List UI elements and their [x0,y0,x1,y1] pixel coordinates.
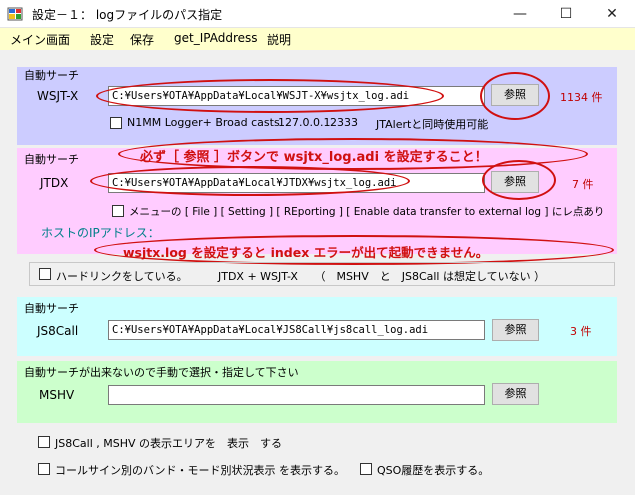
wsjtx-label: WSJT-X [37,89,79,103]
hardlink-label: ハードリンクをしている。 [56,270,188,283]
wsjtx-count: 1134 件 [560,91,603,104]
minimize-button[interactable]: — [497,0,543,28]
title-bar: 設定－１： logファイルのパス指定 — ☐ ✕ [0,0,635,28]
jtdx-path-highlight [90,166,410,196]
show-area-checkbox[interactable] [38,436,50,448]
close-button[interactable]: ✕ [589,0,635,28]
qso-history-checkbox[interactable] [360,463,372,475]
n1mm-checkbox[interactable] [110,117,122,129]
jtdx-browse-highlight [482,160,556,200]
notice2-text: wsjtx.log を設定すると index エラーが出て起動できません。 [123,245,489,260]
hardlink-note: JTDX + WSJT-X （ MSHV と JS8Call は想定していない … [218,270,546,283]
maximize-button[interactable]: ☐ [543,0,589,28]
show-area-label: JS8Call , MSHV の表示エリアを 表示 する [55,437,283,450]
jtdx-label: JTDX [40,176,69,190]
js8call-group-label: 自動サーチ [24,302,79,315]
mshv-group-label: 自動サーチが出来ないので手動で選択・指定して下さい [24,366,299,379]
menu-item-get-ip[interactable]: get_IPAddress [174,31,258,45]
wsjtx-browse-highlight [480,72,550,120]
wsjtx-path-highlight [96,79,444,113]
menu-item-settings[interactable]: 設定 [90,31,114,48]
mshv-path-field[interactable] [108,385,485,405]
jtdx-menu-label: メニューの [ File ] [ Setting ] [ REporting ]… [129,206,605,218]
menu-item-save[interactable]: 保存 [130,31,154,48]
js8call-label: JS8Call [37,324,79,338]
band-mode-checkbox[interactable] [38,463,50,475]
wsjtx-group-label: 自動サーチ [24,69,79,82]
app-icon [7,7,23,21]
menu-item-help[interactable]: 説明 [267,31,291,48]
js8call-path-field[interactable]: C:¥Users¥OTA¥AppData¥Local¥JS8Call¥js8ca… [108,320,485,340]
notice1-text: 必ず［ 参照 ］ボタンで wsjtx_log.adi を設定すること！ [140,150,488,165]
jtdx-count: 7 件 [572,178,594,191]
band-mode-label: コールサイン別のバンド・モード別状況表示 を表示する。 [55,464,346,477]
hardlink-checkbox[interactable] [39,268,51,280]
jtdx-group-label: 自動サーチ [24,153,79,166]
jtalert-note: JTAlertと同時使用可能 [376,118,489,131]
n1mm-port: 2333 [330,116,358,129]
n1mm-ip: 127.0.0.1 [278,116,331,129]
mshv-browse-button[interactable]: 参照 [492,383,539,405]
mshv-label: MSHV [39,388,75,402]
n1mm-label: N1MM Logger+ Broad casts [127,116,280,129]
js8call-browse-button[interactable]: 参照 [492,319,539,341]
host-ip-label: ホストのIPアドレス： [41,226,160,240]
js8call-count: 3 件 [570,325,592,338]
qso-history-label: QSO履歴を表示する。 [377,464,490,477]
menu-item-main[interactable]: メイン画面 [10,31,70,48]
window-title: 設定－１： logファイルのパス指定 [32,8,223,22]
jtdx-menu-checkbox[interactable] [112,205,124,217]
